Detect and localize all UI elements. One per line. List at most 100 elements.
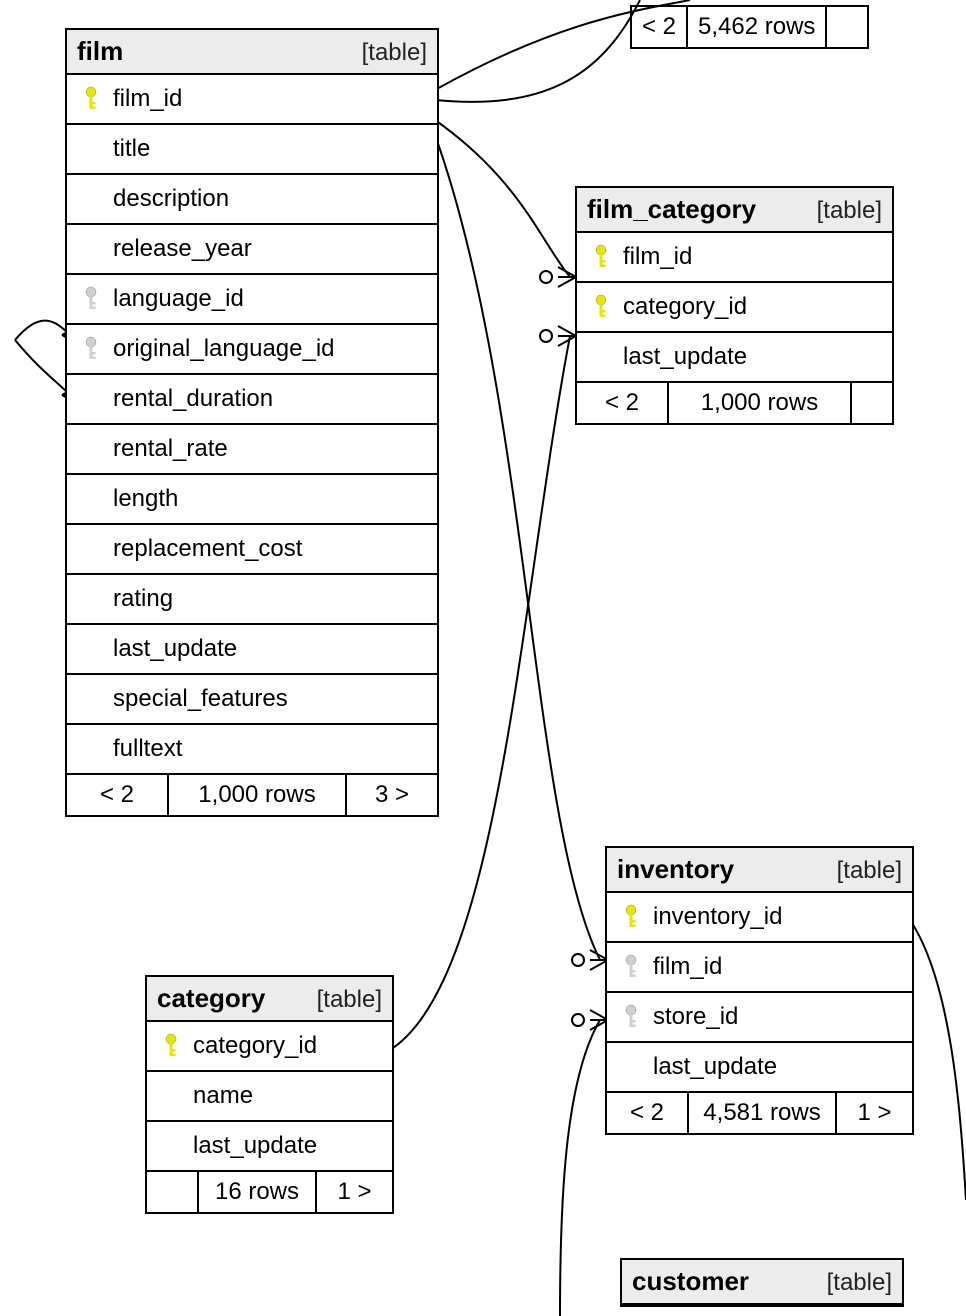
key-icon (84, 86, 98, 112)
table-name: customer (632, 1266, 749, 1297)
row-count: 1,000 rows (169, 775, 347, 815)
column-name: store_id (645, 1003, 738, 1031)
column-name: category_id (185, 1032, 317, 1060)
table-customer[interactable]: customer [table] (620, 1258, 904, 1307)
table-category[interactable]: category [table] category_idname last_upd… (145, 975, 394, 1214)
column-row[interactable]: rental_rate (67, 425, 437, 475)
prev-button (147, 1172, 199, 1212)
column-row[interactable]: last_update (577, 333, 892, 381)
column-name: last_update (645, 1053, 777, 1081)
table-inventory[interactable]: inventory [table] inventory_id film_idsto… (605, 846, 914, 1135)
column-list: category_idname last_update (147, 1022, 392, 1170)
table-type: [table] (817, 197, 882, 225)
column-row[interactable]: film_id (67, 75, 437, 125)
row-count: 4,581 rows (689, 1093, 837, 1133)
column-name: category_id (615, 293, 747, 321)
column-row[interactable]: film_id (607, 943, 912, 993)
table-footer: 16 rows 1 > (147, 1170, 392, 1212)
next-button[interactable]: 1 > (837, 1093, 912, 1133)
column-row[interactable]: fulltext (67, 725, 437, 773)
table-name: category (157, 983, 265, 1014)
next-button[interactable]: 3 > (347, 775, 437, 815)
column-row[interactable]: film_id (577, 233, 892, 283)
key-icon (164, 1033, 178, 1059)
stats-rows: 5,462 rows (688, 7, 827, 47)
column-row[interactable]: replacement_cost (67, 525, 437, 575)
column-row[interactable]: release_year (67, 225, 437, 275)
table-header[interactable]: customer [table] (622, 1260, 902, 1305)
table-header[interactable]: inventory [table] (607, 848, 912, 893)
table-header[interactable]: category [table] (147, 977, 392, 1022)
column-name: release_year (105, 235, 252, 263)
table-type: [table] (317, 986, 382, 1014)
column-name: language_id (105, 285, 244, 313)
stats-box: < 2 5,462 rows (630, 5, 869, 49)
column-name: last_update (185, 1132, 317, 1160)
column-name: special_features (105, 685, 288, 713)
table-name: inventory (617, 854, 734, 885)
column-list: film_id category_id last_update (577, 233, 892, 381)
row-count: 1,000 rows (669, 383, 852, 423)
column-name: length (105, 485, 178, 513)
row-count: 16 rows (199, 1172, 317, 1212)
table-name: film (77, 36, 123, 67)
column-name: rental_duration (105, 385, 273, 413)
key-icon (624, 954, 638, 980)
column-name: name (185, 1082, 253, 1110)
column-name: replacement_cost (105, 535, 302, 563)
next-button (852, 383, 892, 423)
table-header[interactable]: film_category [table] (577, 188, 892, 233)
column-name: last_update (615, 343, 747, 371)
table-footer: < 2 4,581 rows 1 > (607, 1091, 912, 1133)
column-row[interactable]: store_id (607, 993, 912, 1043)
column-name: last_update (105, 635, 237, 663)
next-button[interactable]: 1 > (317, 1172, 392, 1212)
column-list: film_idtitle description release_yearlangu… (67, 75, 437, 773)
table-name: film_category (587, 194, 756, 225)
prev-button[interactable]: < 2 (607, 1093, 689, 1133)
table-footer: < 2 1,000 rows 3 > (67, 773, 437, 815)
column-name: film_id (615, 243, 692, 271)
column-row[interactable]: category_id (147, 1022, 392, 1072)
column-name: rental_rate (105, 435, 228, 463)
key-icon (624, 904, 638, 930)
column-row[interactable]: category_id (577, 283, 892, 333)
column-row[interactable]: name (147, 1072, 392, 1122)
column-row[interactable]: special_features (67, 675, 437, 725)
column-row[interactable]: length (67, 475, 437, 525)
table-footer: < 2 1,000 rows (577, 381, 892, 423)
column-name: fulltext (105, 735, 182, 763)
column-name: title (105, 135, 150, 163)
column-list: inventory_id film_id store_id last_update (607, 893, 912, 1091)
column-row[interactable]: rating (67, 575, 437, 625)
column-name: description (105, 185, 229, 213)
key-icon (594, 294, 608, 320)
key-icon (84, 336, 98, 362)
column-name: film_id (645, 953, 722, 981)
column-name: rating (105, 585, 173, 613)
table-header[interactable]: film [table] (67, 30, 437, 75)
column-name: original_language_id (105, 335, 335, 363)
table-type: [table] (362, 39, 427, 67)
prev-button[interactable]: < 2 (577, 383, 669, 423)
column-row[interactable]: title (67, 125, 437, 175)
key-icon (84, 286, 98, 312)
column-row[interactable]: original_language_id (67, 325, 437, 375)
column-row[interactable]: description (67, 175, 437, 225)
column-row[interactable]: last_update (67, 625, 437, 675)
stats-prev[interactable]: < 2 (632, 7, 688, 47)
column-row[interactable]: last_update (147, 1122, 392, 1170)
table-film[interactable]: film [table] film_idtitle description rele… (65, 28, 439, 817)
column-row[interactable]: rental_duration (67, 375, 437, 425)
column-name: inventory_id (645, 903, 782, 931)
table-type: [table] (827, 1269, 892, 1297)
table-type: [table] (837, 857, 902, 885)
column-row[interactable]: last_update (607, 1043, 912, 1091)
prev-button[interactable]: < 2 (67, 775, 169, 815)
column-row[interactable]: language_id (67, 275, 437, 325)
key-icon (594, 244, 608, 270)
table-film-category[interactable]: film_category [table] film_id category_id… (575, 186, 894, 425)
key-icon (624, 1004, 638, 1030)
stats-next (827, 7, 867, 47)
column-row[interactable]: inventory_id (607, 893, 912, 943)
